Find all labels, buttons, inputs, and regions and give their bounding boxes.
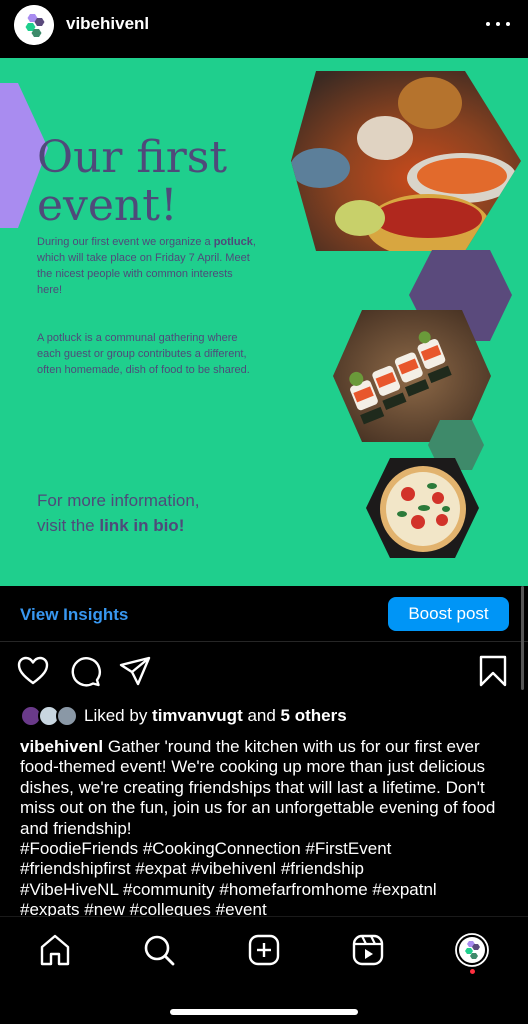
home-indicator[interactable]: [170, 1009, 358, 1015]
title-line-2: event!: [37, 180, 178, 231]
caption-hashtags-2[interactable]: #friendshipfirst #expat #vibehivenl #fri…: [20, 859, 510, 879]
notification-dot: [470, 969, 475, 974]
boost-post-button[interactable]: Boost post: [388, 597, 509, 631]
food-photo-1: [291, 71, 521, 251]
more-dots-icon[interactable]: [486, 12, 510, 36]
post-info: For more information, visit the link in …: [37, 488, 287, 538]
link-in-bio: link in bio!: [99, 516, 185, 535]
profile-avatar-icon[interactable]: [455, 933, 489, 967]
post-caption: vibehivenl Gather 'round the kitchen wit…: [20, 737, 510, 917]
likes-text: Liked by timvanvugt and 5 others: [84, 706, 347, 726]
liker-avatars: [20, 705, 78, 727]
home-icon[interactable]: [38, 933, 72, 967]
bookmark-icon[interactable]: [476, 654, 510, 688]
liker-avatar: [56, 705, 78, 727]
info-line-1: For more information,: [37, 491, 200, 510]
title-line-1: Our first: [37, 132, 228, 183]
post-image[interactable]: Our first event! During our first event …: [0, 58, 528, 586]
liked-by-others[interactable]: 5 others: [281, 706, 347, 725]
bottom-nav: [0, 916, 528, 1024]
likes-row[interactable]: Liked by timvanvugt and 5 others: [20, 704, 347, 728]
search-icon[interactable]: [142, 933, 176, 967]
likes-prefix: Liked by: [84, 706, 153, 725]
caption-body: vibehivenl Gather 'round the kitchen wit…: [20, 737, 510, 839]
p1-text-before: During our first event we organize a: [37, 236, 214, 248]
post-actions: [0, 654, 528, 694]
post-username[interactable]: vibehivenl: [66, 14, 149, 34]
vibehive-logo-icon[interactable]: [14, 5, 54, 45]
comment-icon[interactable]: [68, 654, 102, 688]
caption-hashtags-1[interactable]: #FoodieFriends #CookingConnection #First…: [20, 839, 510, 859]
post-paragraph-1: During our first event we organize a pot…: [37, 234, 257, 298]
create-post-icon[interactable]: [247, 933, 281, 967]
food-photo-3: [366, 458, 479, 558]
info-line-2-before: visit the: [37, 516, 100, 535]
caption-hashtags-3[interactable]: #VibeHiveNL #community #homefarfromhome …: [20, 880, 510, 900]
post-title: Our first event!: [37, 134, 297, 230]
send-icon[interactable]: [118, 654, 152, 688]
likes-middle: and: [242, 706, 281, 725]
liked-by-user[interactable]: timvanvugt: [152, 706, 243, 725]
post-header: vibehivenl: [0, 0, 528, 58]
reels-icon[interactable]: [351, 933, 385, 967]
info-line-2: visit the link in bio!: [37, 513, 287, 538]
heart-icon[interactable]: [16, 654, 50, 688]
caption-hashtags-4[interactable]: #expats #new #colleques #event: [20, 900, 510, 917]
view-insights-link[interactable]: View Insights: [20, 605, 128, 625]
insights-row: View Insights Boost post: [0, 586, 528, 642]
caption-username[interactable]: vibehivenl: [20, 737, 103, 756]
post-paragraph-2: A potluck is a communal gathering where …: [37, 332, 250, 376]
p1-potluck: potluck: [213, 236, 253, 248]
